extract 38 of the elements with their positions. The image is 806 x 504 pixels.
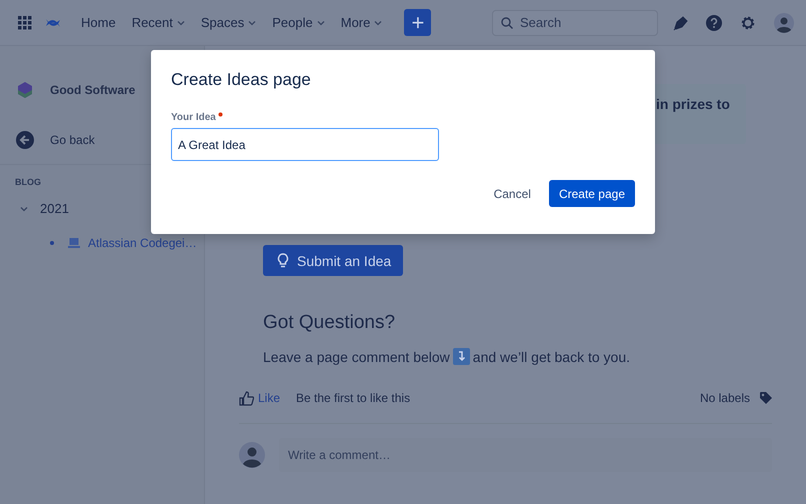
submit-idea-button[interactable]: Submit an Idea	[263, 245, 404, 276]
avatar-icon	[239, 442, 265, 468]
search-field[interactable]: Search	[492, 10, 658, 36]
bullet-icon	[50, 241, 54, 245]
help-icon[interactable]	[706, 14, 722, 30]
space-name[interactable]: Good Software	[50, 83, 136, 97]
nav-menu-item[interactable]: Recent	[126, 11, 191, 34]
create-page-button[interactable]: Create page	[548, 180, 635, 207]
paragraph-text: Leave a page comment below	[263, 348, 450, 364]
thumbs-up-icon[interactable]	[239, 390, 254, 406]
laptop-icon	[68, 238, 80, 248]
avatar-icon[interactable]	[774, 12, 794, 32]
field-label: Your Idea	[171, 112, 216, 123]
tree-item[interactable]: 2021	[40, 201, 69, 216]
nav-menu-item[interactable]: More	[334, 11, 388, 34]
tag-icon[interactable]	[760, 392, 772, 404]
dialog-title: Create Ideas page	[171, 70, 312, 90]
sidebar-section-label: BLOG	[14, 176, 42, 189]
labels-text: No labels	[700, 391, 750, 405]
app-switcher-icon[interactable]	[18, 16, 32, 30]
create-button[interactable]: +	[404, 9, 432, 36]
paragraph-text: and we’ll get back to you.	[472, 348, 630, 364]
idea-input-field[interactable]: A Great Idea	[171, 128, 439, 161]
like-link[interactable]: Like	[258, 391, 280, 405]
nav-menu-item[interactable]: Spaces	[194, 11, 262, 34]
nav-menu-item[interactable]: People	[266, 11, 331, 34]
chevron-down-icon[interactable]	[20, 206, 28, 212]
search-icon	[501, 16, 513, 28]
nav-menu-item[interactable]: Home	[75, 11, 122, 34]
blog-post-link[interactable]: Atlassian Codegei…	[88, 236, 197, 250]
like-status-text: Be the first to like this	[296, 391, 410, 405]
settings-icon[interactable]	[740, 14, 756, 30]
go-back-link[interactable]: Go back	[50, 133, 95, 147]
arrow-down-icon	[452, 348, 470, 365]
cancel-button[interactable]: Cancel	[484, 180, 541, 207]
space-logo-icon	[16, 81, 34, 99]
lightbulb-icon	[277, 252, 289, 268]
section-heading: Got Questions?	[263, 312, 396, 334]
